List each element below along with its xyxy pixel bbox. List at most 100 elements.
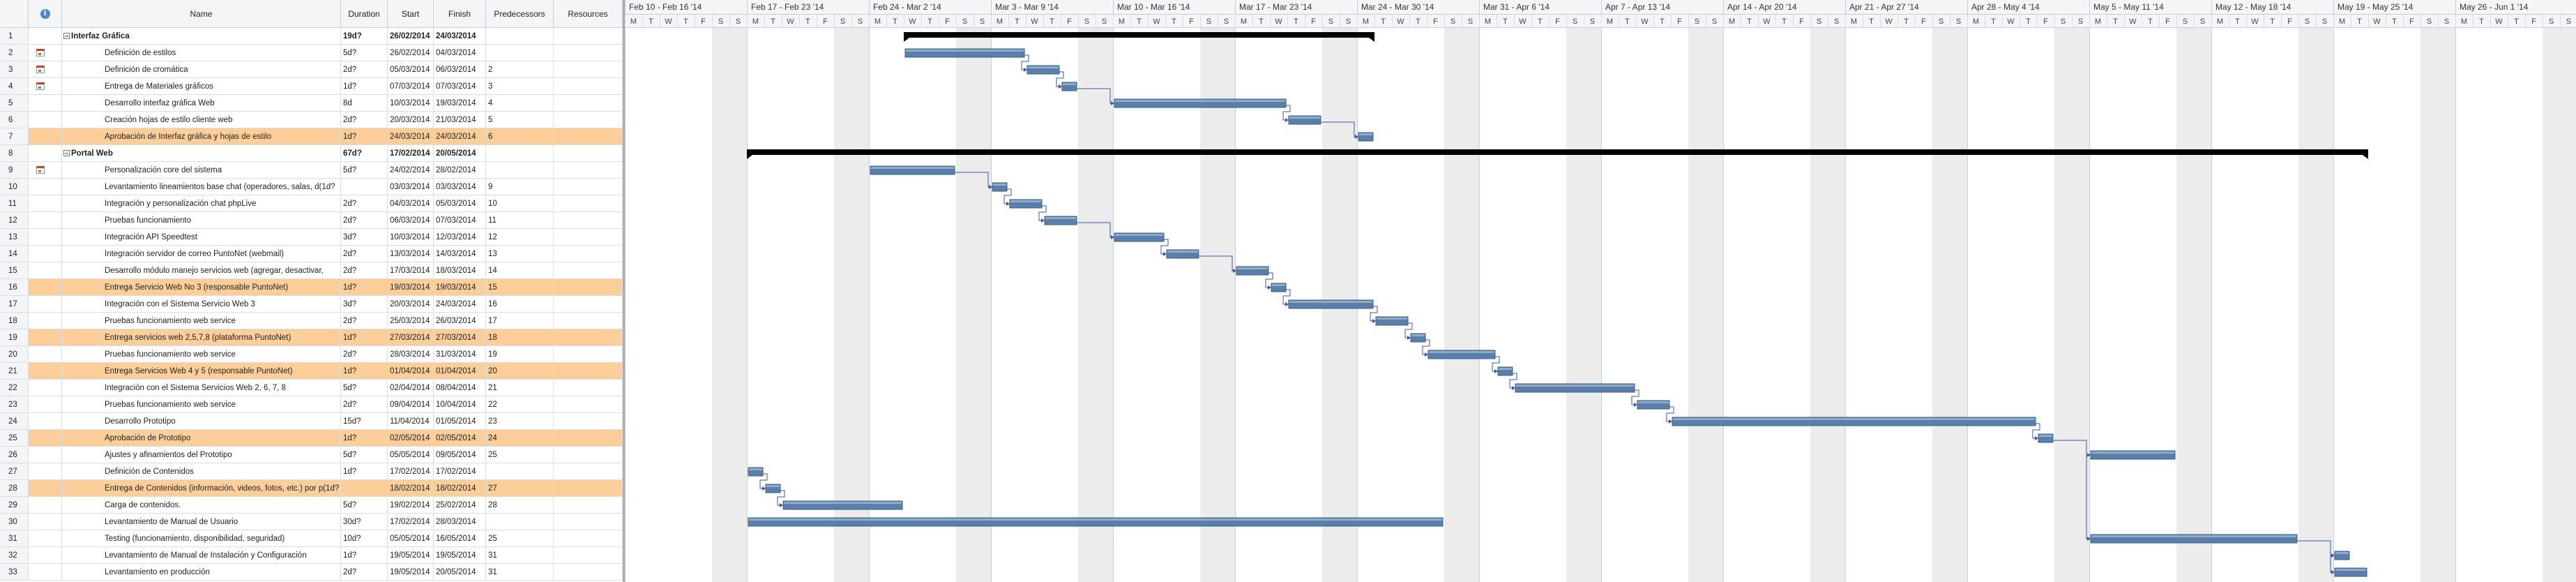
duration-cell[interactable]: 3d? — [341, 229, 388, 246]
finish-column-header[interactable]: Finish — [434, 0, 486, 28]
task-row[interactable]: 3 Definición de cromática 2d? 05/03/2014 06/… — [0, 61, 623, 78]
start-cell[interactable]: 02/05/2014 — [388, 430, 434, 447]
task-name-cell[interactable]: Levantamiento de Manual de Instalación y… — [62, 547, 341, 564]
start-cell[interactable]: 09/04/2014 — [388, 396, 434, 413]
predecessors-cell[interactable] — [486, 28, 554, 45]
task-name-cell[interactable]: Levantamiento en producción — [62, 564, 341, 581]
row-number[interactable]: 23 — [0, 396, 29, 413]
row-number[interactable]: 10 — [0, 179, 29, 195]
finish-cell[interactable]: 14/03/2014 — [434, 246, 486, 262]
duration-cell[interactable] — [341, 480, 388, 497]
start-cell[interactable]: 25/03/2014 — [388, 313, 434, 329]
resources-cell[interactable] — [554, 413, 623, 430]
row-number[interactable]: 15 — [0, 262, 29, 279]
resources-cell[interactable] — [554, 179, 623, 195]
start-cell[interactable]: 19/05/2014 — [388, 547, 434, 564]
finish-cell[interactable]: 18/03/2014 — [434, 262, 486, 279]
finish-cell[interactable]: 18/02/2014 — [434, 480, 486, 497]
task-row[interactable]: 26 Ajustes y afinamientos del Prototipo 5d… — [0, 447, 623, 463]
task-row[interactable]: 21 Entrega Servicios Web 4 y 5 (responsab… — [0, 363, 623, 380]
task-row[interactable]: 2 Definición de estilos 5d? 26/02/2014 04/03… — [0, 45, 623, 61]
predecessors-cell[interactable]: 2 — [486, 61, 554, 78]
duration-cell[interactable]: 1d? — [341, 463, 388, 480]
predecessors-cell[interactable]: 14 — [486, 262, 554, 279]
start-cell[interactable]: 20/03/2014 — [388, 296, 434, 313]
duration-cell[interactable]: 30d? — [341, 514, 388, 530]
collapse-toggle-icon[interactable]: − — [63, 33, 70, 40]
resources-cell[interactable] — [554, 480, 623, 497]
row-number[interactable]: 12 — [0, 212, 29, 229]
duration-cell[interactable]: 1d? — [341, 363, 388, 380]
start-cell[interactable]: 24/02/2014 — [388, 162, 434, 179]
resources-cell[interactable] — [554, 262, 623, 279]
predecessors-cell[interactable]: 15 — [486, 279, 554, 296]
resources-cell[interactable] — [554, 145, 623, 162]
resources-cell[interactable] — [554, 28, 623, 45]
task-name-cell[interactable]: Pruebas funcionamiento web service — [62, 313, 341, 329]
row-number[interactable]: 5 — [0, 95, 29, 112]
task-row[interactable]: 17 Integración con el Sistema Servicio We… — [0, 296, 623, 313]
duration-cell[interactable]: 10d? — [341, 530, 388, 547]
task-row[interactable]: 30 Levantamiento de Manual de Usuario 30d?… — [0, 514, 623, 530]
task-name-cell[interactable]: Pruebas funcionamiento — [62, 212, 341, 229]
row-number[interactable]: 13 — [0, 229, 29, 246]
start-cell[interactable]: 17/02/2014 — [388, 514, 434, 530]
row-number[interactable]: 8 — [0, 145, 29, 162]
predecessors-cell[interactable]: 31 — [486, 547, 554, 564]
row-number[interactable]: 9 — [0, 162, 29, 179]
predecessors-cell[interactable]: 5 — [486, 112, 554, 128]
row-number[interactable]: 28 — [0, 480, 29, 497]
task-name-cell[interactable]: Integración y personalización chat phpLi… — [62, 195, 341, 212]
task-row[interactable]: 4 Entrega de Materiales gráficos 1d? 07/03/… — [0, 78, 623, 95]
row-number[interactable]: 3 — [0, 61, 29, 78]
task-name-cell[interactable]: Creación hojas de estilo cliente web — [62, 112, 341, 128]
task-row[interactable]: 24 Desarrollo Prototipo 15d? 11/04/2014 01/0… — [0, 413, 623, 430]
task-row[interactable]: 11 Integración y personalización chat php… — [0, 195, 623, 212]
predecessors-cell[interactable] — [486, 514, 554, 530]
start-cell[interactable]: 27/03/2014 — [388, 329, 434, 346]
resources-cell[interactable] — [554, 564, 623, 581]
task-row[interactable]: 15 Desarrollo módulo manejo servicios web… — [0, 262, 623, 279]
finish-cell[interactable]: 12/03/2014 — [434, 229, 486, 246]
resources-cell[interactable] — [554, 363, 623, 380]
task-row[interactable]: 25 Aprobación de Prototipo 1d? 02/05/2014 02… — [0, 430, 623, 447]
predecessors-cell[interactable] — [486, 162, 554, 179]
predecessors-cell[interactable]: 28 — [486, 497, 554, 514]
task-name-cell[interactable]: Levantamiento lineamientos base chat (op… — [62, 179, 341, 195]
start-cell[interactable]: 10/03/2014 — [388, 95, 434, 112]
finish-cell[interactable]: 28/03/2014 — [434, 514, 486, 530]
task-name-cell[interactable]: Desarrollo Prototipo — [62, 413, 341, 430]
task-name-cell[interactable]: Carga de contenidos. — [62, 497, 341, 514]
task-name-cell[interactable]: − Portal Web — [62, 145, 341, 162]
duration-cell[interactable]: 2d? — [341, 313, 388, 329]
row-number[interactable]: 4 — [0, 78, 29, 95]
start-cell[interactable]: 19/05/2014 — [388, 564, 434, 581]
task-name-cell[interactable]: Personalización core del sistema — [62, 162, 341, 179]
start-cell[interactable]: 24/03/2014 — [388, 128, 434, 145]
task-row[interactable]: 9 Personalización core del sistema 5d? 24/0… — [0, 162, 623, 179]
start-cell[interactable]: 06/03/2014 — [388, 212, 434, 229]
duration-cell[interactable]: 1d? — [341, 78, 388, 95]
start-cell[interactable]: 13/03/2014 — [388, 246, 434, 262]
start-cell[interactable]: 19/02/2014 — [388, 497, 434, 514]
finish-cell[interactable]: 01/05/2014 — [434, 413, 486, 430]
duration-cell[interactable]: 5d? — [341, 380, 388, 396]
resources-cell[interactable] — [554, 430, 623, 447]
row-number[interactable]: 30 — [0, 514, 29, 530]
start-cell[interactable]: 03/03/2014 — [388, 179, 434, 195]
task-name-cell[interactable]: Entrega Servicios Web 4 y 5 (responsable… — [62, 363, 341, 380]
task-name-cell[interactable]: Desarrollo interfaz gráfica Web — [62, 95, 341, 112]
task-row[interactable]: 18 Pruebas funcionamiento web service 2d? 2… — [0, 313, 623, 329]
task-name-cell[interactable]: Definición de cromática — [62, 61, 341, 78]
task-row[interactable]: 7 Aprobación de Interfaz gráfica y hojas … — [0, 128, 623, 145]
task-name-cell[interactable]: Entrega de Materiales gráficos — [62, 78, 341, 95]
task-name-cell[interactable]: Definición de estilos — [62, 45, 341, 61]
resources-cell[interactable] — [554, 112, 623, 128]
finish-cell[interactable]: 20/05/2014 — [434, 564, 486, 581]
task-row[interactable]: 28 Entrega de Contenidos (información, vi… — [0, 480, 623, 497]
duration-cell[interactable]: 2d? — [341, 195, 388, 212]
duration-cell[interactable]: 5d? — [341, 162, 388, 179]
task-row[interactable]: 5 Desarrollo interfaz gráfica Web 8d 10/03/… — [0, 95, 623, 112]
task-name-cell[interactable]: Aprobación de Prototipo — [62, 430, 341, 447]
resources-cell[interactable] — [554, 313, 623, 329]
